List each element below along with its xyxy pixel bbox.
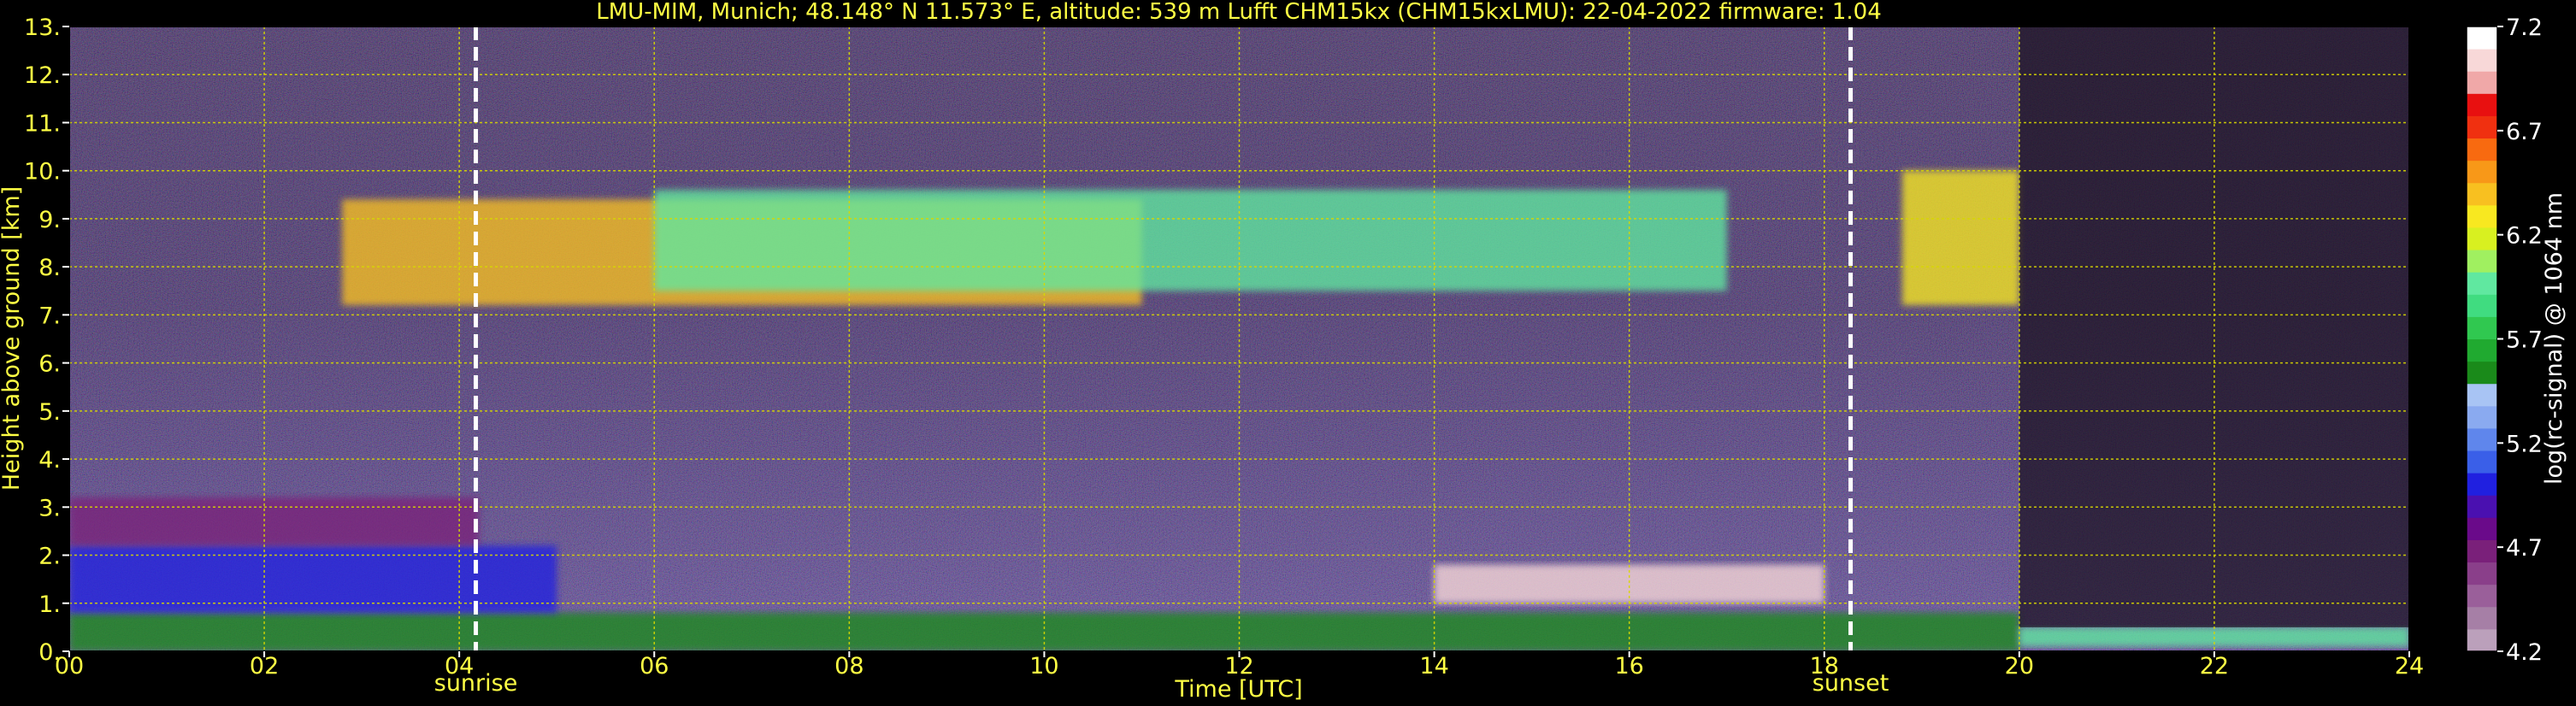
- y-tick-label: 1.: [38, 591, 61, 618]
- colorbar-swatch: [2467, 26, 2497, 50]
- y-tick-label: 8.: [38, 255, 61, 281]
- colorbar-swatch: [2467, 250, 2497, 273]
- y-axis-ticks: 0.1.2.3.4.5.6.7.8.9.10.11.12.13.: [24, 15, 69, 666]
- colorbar-swatch: [2467, 383, 2497, 407]
- colorbar-swatch: [2467, 204, 2497, 228]
- colorbar-swatch: [2467, 539, 2497, 563]
- colorbar-swatch: [2467, 182, 2497, 206]
- colorbar-tick-label: 5.2: [2506, 431, 2543, 457]
- colorbar-swatch: [2467, 294, 2497, 317]
- colorbar-swatch: [2467, 338, 2497, 362]
- x-tick-label: 02: [250, 653, 279, 680]
- x-tick-label: 20: [2005, 653, 2034, 680]
- colorbar-swatch: [2467, 272, 2497, 295]
- x-tick-label: 22: [2200, 653, 2229, 680]
- x-tick-label: 06: [640, 653, 669, 680]
- colorbar: 4.2 4.7 5.2 5.7 6.2 6.7 7.2: [2466, 15, 2543, 666]
- colorbar-swatch: [2467, 606, 2497, 630]
- colorbar-swatch: [2467, 405, 2497, 429]
- colorbar-tick-label: 4.2: [2506, 639, 2543, 666]
- y-tick-label: 12.: [24, 62, 61, 89]
- heatmap-region: [2019, 26, 2409, 627]
- y-tick-label: 7.: [38, 303, 61, 329]
- x-tick-label: 04: [445, 653, 474, 680]
- colorbar-swatch: [2467, 71, 2497, 94]
- x-tick-label: 08: [834, 653, 864, 680]
- colorbar-swatch: [2467, 628, 2497, 652]
- y-tick-label: 11.: [24, 110, 61, 137]
- x-tick-label: 14: [1419, 653, 1448, 680]
- heatmap-region: [654, 190, 1727, 291]
- x-tick-label: 24: [2395, 653, 2424, 680]
- colorbar-tick-label: 6.7: [2506, 119, 2543, 145]
- colorbar-tick-label: 5.7: [2506, 327, 2543, 354]
- colorbar-swatch: [2467, 160, 2497, 184]
- colorbar-swatch: [2467, 584, 2497, 608]
- colorbar-swatch: [2467, 473, 2497, 496]
- y-axis-label: Height above ground [km]: [0, 186, 25, 491]
- y-tick-label: 3.: [38, 495, 61, 521]
- y-tick-label: 9.: [38, 207, 61, 233]
- colorbar-tick-label: 6.2: [2506, 223, 2543, 250]
- heatmap-region: [1901, 170, 2019, 306]
- colorbar-swatch: [2467, 427, 2497, 451]
- x-tick-label: 00: [55, 653, 84, 680]
- colorbar-swatch: [2467, 450, 2497, 474]
- chart-title: LMU-MIM, Munich; 48.148° N 11.573° E, al…: [596, 0, 1881, 25]
- colorbar-tick-label: 7.2: [2506, 15, 2543, 41]
- colorbar-swatch: [2467, 227, 2497, 250]
- ceilometer-chart: sunrise sunset 0.1.2.3.4.5.6.7.8.9.10.11.…: [0, 0, 2567, 703]
- colorbar-tick-label: 4.7: [2506, 535, 2543, 562]
- colorbar-swatch: [2467, 138, 2497, 162]
- colorbar-swatch: [2467, 517, 2497, 540]
- y-tick-label: 2.: [38, 544, 61, 570]
- colorbar-swatch: [2467, 495, 2497, 518]
- colorbar-swatch: [2467, 49, 2497, 72]
- y-tick-label: 10.: [24, 159, 61, 185]
- x-tick-label: 16: [1614, 653, 1643, 680]
- colorbar-swatch: [2467, 316, 2497, 339]
- y-tick-label: 5.: [38, 399, 61, 426]
- x-tick-label: 18: [1810, 653, 1839, 680]
- x-axis-label: Time [UTC]: [1174, 676, 1302, 703]
- x-tick-label: 10: [1029, 653, 1058, 680]
- y-tick-label: 4.: [38, 447, 61, 474]
- colorbar-swatch: [2467, 93, 2497, 116]
- heatmap-region: [69, 497, 479, 546]
- colorbar-swatch: [2467, 562, 2497, 585]
- colorbar-swatch: [2467, 361, 2497, 385]
- y-tick-label: 13.: [24, 15, 61, 41]
- colorbar-swatch: [2467, 115, 2497, 139]
- colorbar-label: log(rc-signal) @ 1064 nm: [2541, 192, 2567, 485]
- y-tick-label: 6.: [38, 351, 61, 378]
